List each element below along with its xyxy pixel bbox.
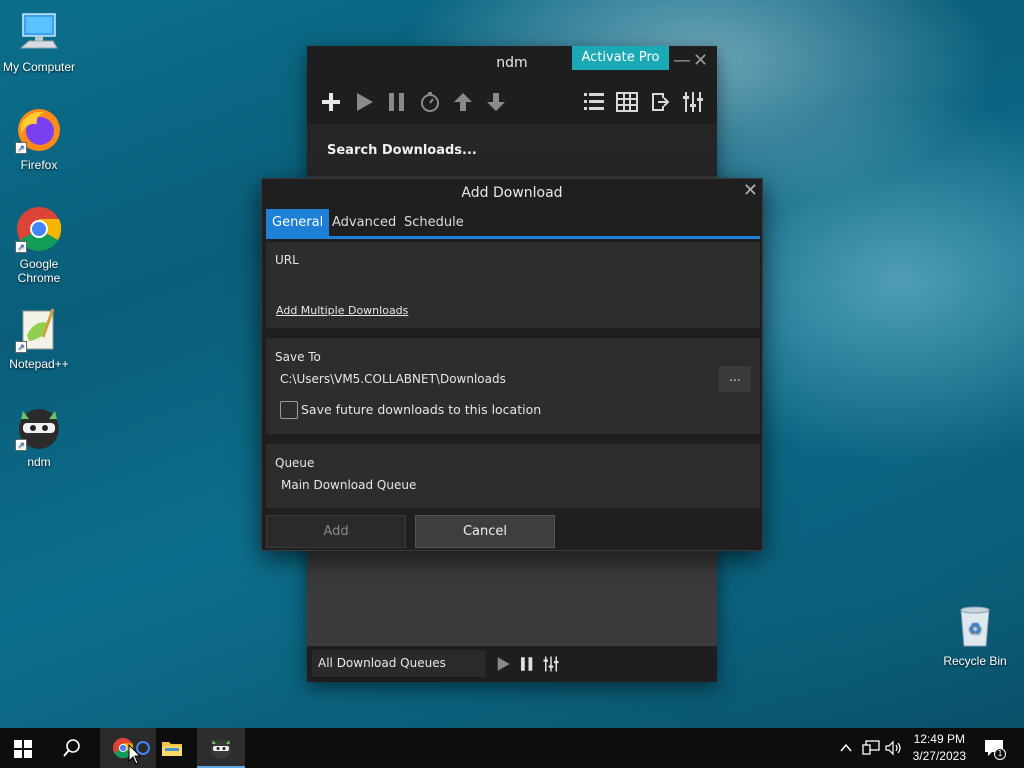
save-to-label: Save To xyxy=(275,350,321,364)
play-icon[interactable] xyxy=(352,90,376,114)
add-multiple-downloads-link[interactable]: Add Multiple Downloads xyxy=(276,304,408,317)
shortcut-arrow-icon: ↗ xyxy=(15,142,27,154)
desktop-icon-label: Recycle Bin xyxy=(943,654,1007,668)
shortcut-arrow-icon: ↗ xyxy=(15,439,27,451)
move-down-icon[interactable] xyxy=(484,90,508,114)
export-icon[interactable] xyxy=(648,90,672,114)
desktop-icon-recycle-bin[interactable]: ♻ Recycle Bin xyxy=(936,602,1014,668)
computer-icon xyxy=(15,8,63,56)
tab-advanced[interactable]: Advanced xyxy=(326,209,402,236)
search-icon[interactable] xyxy=(63,739,81,757)
clock-date: 3/27/2023 xyxy=(912,749,966,763)
taskbar-chrome-button[interactable] xyxy=(100,728,156,768)
url-label: URL xyxy=(275,253,299,267)
clock-time: 12:49 PM xyxy=(913,732,965,746)
chevron-up-icon[interactable] xyxy=(840,742,852,754)
activate-pro-button[interactable]: Activate Pro xyxy=(572,46,669,70)
ndm-titlebar[interactable]: ndm Activate Pro — ✕ xyxy=(307,46,717,80)
save-location-label: Save future downloads to this location xyxy=(301,402,542,417)
url-input[interactable] xyxy=(274,272,752,296)
grid-view-icon[interactable] xyxy=(615,90,639,114)
play-queue-icon[interactable] xyxy=(494,655,512,673)
taskbar: 12:49 PM 3/27/2023 1 xyxy=(0,728,1024,768)
recycle-bin-icon: ♻ xyxy=(951,602,999,650)
file-explorer-icon[interactable] xyxy=(161,738,183,758)
desktop-icon-label: My Computer xyxy=(2,60,76,74)
notification-count-badge: 1 xyxy=(994,748,1006,760)
firefox-icon: ↗ xyxy=(15,106,63,154)
tab-schedule[interactable]: Schedule xyxy=(398,209,470,236)
desktop-icon-notepad-plus-plus[interactable]: ↗ Notepad++ xyxy=(0,305,78,371)
desktop-icon-google-chrome[interactable]: ↗ Google Chrome xyxy=(0,205,78,285)
dialog-title: Add Download xyxy=(461,185,563,201)
mouse-cursor-icon xyxy=(128,744,142,765)
search-downloads-field[interactable]: Search Downloads... xyxy=(307,124,717,176)
queue-settings-icon[interactable] xyxy=(542,655,560,673)
add-button[interactable]: Add xyxy=(266,515,406,548)
desktop-icon-label: Firefox xyxy=(20,158,58,172)
notification-center-button[interactable]: 1 xyxy=(982,728,1008,768)
ndm-ninja-icon xyxy=(211,739,231,759)
list-view-icon[interactable] xyxy=(582,90,606,114)
dialog-tabs: General Advanced Schedule xyxy=(266,209,760,239)
queue-section: Queue Main Download Queue xyxy=(266,444,760,508)
add-icon[interactable] xyxy=(319,90,343,114)
cancel-button[interactable]: Cancel xyxy=(415,515,555,548)
move-up-icon[interactable] xyxy=(451,90,475,114)
ndm-bottom-bar: All Download Queues xyxy=(307,646,717,682)
desktop-icon-label: ndm xyxy=(27,455,51,469)
queue-label: Queue xyxy=(275,456,315,470)
svg-text:♻: ♻ xyxy=(968,619,982,638)
save-path-input[interactable]: C:\Users\VM5.COLLABNET\Downloads xyxy=(274,368,718,392)
url-section: URL Add Multiple Downloads xyxy=(266,242,760,328)
settings-sliders-icon[interactable] xyxy=(681,90,705,114)
queue-filter-select[interactable]: All Download Queues xyxy=(312,650,486,677)
close-icon[interactable]: ✕ xyxy=(743,180,758,201)
desktop-icon-ndm[interactable]: ↗ ndm xyxy=(0,403,78,469)
ndm-ninja-icon: ↗ xyxy=(15,403,63,451)
pause-icon[interactable] xyxy=(385,90,409,114)
desktop-icon-label: Google Chrome xyxy=(17,257,61,285)
shortcut-arrow-icon: ↗ xyxy=(15,241,27,253)
search-downloads-placeholder: Search Downloads... xyxy=(327,143,477,158)
pause-queue-icon[interactable] xyxy=(518,655,536,673)
minimize-icon[interactable]: — xyxy=(673,50,691,71)
ndm-toolbar xyxy=(307,80,717,124)
save-location-checkbox[interactable] xyxy=(280,401,298,419)
desktop-icon-label: Notepad++ xyxy=(9,357,69,371)
windows-start-icon[interactable] xyxy=(14,740,32,758)
taskbar-ndm-button[interactable] xyxy=(197,728,245,768)
save-to-section: Save To C:\Users\VM5.COLLABNET\Downloads… xyxy=(266,338,760,434)
desktop-icon-my-computer[interactable]: My Computer xyxy=(0,8,78,74)
add-download-dialog: Add Download ✕ General Advanced Schedule… xyxy=(261,178,763,551)
close-icon[interactable]: ✕ xyxy=(693,50,708,71)
desktop-icon-firefox[interactable]: ↗ Firefox xyxy=(0,106,78,172)
tab-general[interactable]: General xyxy=(266,209,330,236)
network-icon[interactable] xyxy=(862,740,880,756)
system-clock[interactable]: 12:49 PM 3/27/2023 xyxy=(913,732,966,763)
notepad-plus-plus-icon: ↗ xyxy=(15,305,63,353)
browse-folder-button[interactable]: ... xyxy=(719,366,751,392)
volume-icon[interactable] xyxy=(885,740,903,756)
queue-select[interactable]: Main Download Queue xyxy=(281,478,416,492)
chrome-icon: ↗ xyxy=(15,205,63,253)
shortcut-arrow-icon: ↗ xyxy=(15,341,27,353)
timer-icon[interactable] xyxy=(418,90,442,114)
